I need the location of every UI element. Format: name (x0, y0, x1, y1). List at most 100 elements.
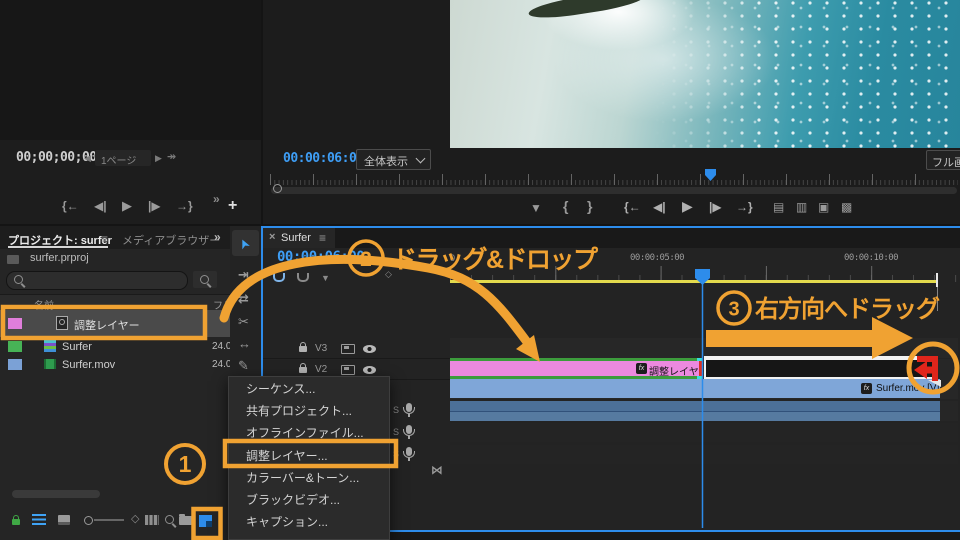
new-item-button[interactable] (199, 515, 212, 527)
adjustment-layer-clip[interactable]: fx 調整レイヤー (450, 358, 709, 379)
audio-mix-icon[interactable]: ⋈ (431, 464, 443, 476)
menu-item-sequence[interactable]: シーケンス... (229, 377, 389, 399)
snap-toggle-icon[interactable] (273, 273, 285, 282)
surfer-video-clip[interactable]: fx Surfer.mov [V] (450, 379, 940, 398)
export-frame-button[interactable]: ▣ (818, 201, 829, 213)
add-button[interactable]: + (228, 198, 237, 214)
program-scroll-track[interactable] (271, 187, 957, 194)
playback-quality-select[interactable]: フル画 (926, 150, 960, 170)
ripple-edit-tool-button[interactable]: ⇄ (238, 292, 249, 305)
comparison-view-button[interactable]: ▩ (841, 201, 852, 213)
track-select-tool-button[interactable]: ⇥ (238, 268, 249, 281)
project-row-adjustment-layer[interactable]: 調整レイヤー (0, 310, 230, 337)
source-viewer (0, 0, 261, 140)
surfer-audio-clip[interactable] (450, 401, 940, 421)
lift-button[interactable]: ▤ (773, 201, 784, 213)
menu-item-offline-file[interactable]: オフラインファイル... (229, 422, 389, 444)
project-scrollbar-thumb[interactable] (12, 490, 100, 498)
zoom-level-select[interactable]: 全体表示 (356, 149, 431, 170)
menu-item-bars-and-tone[interactable]: カラーバー&トーン... (229, 466, 389, 488)
step-forward-button[interactable]: |▶ (709, 201, 722, 213)
program-scroll-knob[interactable] (273, 184, 282, 193)
selection-tool-button[interactable]: ➤ (232, 230, 259, 256)
list-view-button[interactable] (32, 514, 46, 525)
step-back-button[interactable]: ◀| (653, 201, 666, 213)
zoom-slider-knob[interactable] (84, 516, 93, 525)
timeline-timecode[interactable]: 00:00:06:00 (277, 249, 365, 265)
label-color-chip[interactable] (8, 341, 22, 352)
voiceover-record-icon[interactable] (403, 425, 415, 439)
timeline-tab-surfer[interactable]: × Surfer ≡ (263, 228, 335, 248)
work-area-bar[interactable] (450, 280, 937, 283)
solo-button[interactable]: S (393, 405, 399, 415)
play-button[interactable]: ▶ (682, 199, 693, 213)
zoom-slider-track[interactable] (94, 519, 124, 521)
item-name: 調整レイヤー (74, 320, 140, 332)
search-input[interactable] (6, 271, 188, 290)
lane-a3[interactable] (450, 445, 958, 464)
menu-item-color-matte[interactable]: カラーマット (229, 533, 389, 539)
extract-button[interactable]: ▥ (796, 201, 807, 213)
find-button[interactable] (193, 271, 217, 288)
track-output-eye-icon[interactable] (363, 345, 376, 353)
track-header-v3[interactable]: V3 (263, 338, 450, 359)
prev-page-icon[interactable]: ◀ (84, 154, 91, 163)
solo-button[interactable]: S (393, 427, 399, 437)
program-ruler[interactable] (270, 174, 958, 185)
skip-end-icon[interactable]: ↠ (167, 152, 176, 163)
sync-lock-icon[interactable] (341, 344, 355, 354)
label-color-chip[interactable] (8, 359, 22, 370)
find-icon[interactable] (165, 515, 174, 524)
lane-v3[interactable] (450, 338, 958, 358)
voiceover-record-icon[interactable] (403, 447, 415, 461)
go-to-in-button[interactable]: {← (62, 200, 79, 212)
track-lock-icon[interactable] (299, 342, 307, 352)
go-to-in-button[interactable]: {← (624, 201, 641, 213)
overflow-button[interactable]: » (213, 193, 220, 205)
label-color-chip[interactable] (8, 318, 22, 329)
automate-to-sequence-icon[interactable] (145, 515, 159, 525)
adjustment-layer-trim-preview[interactable] (704, 356, 937, 381)
page-selector[interactable]: 1ページ (95, 150, 151, 167)
linked-selection-icon[interactable] (297, 273, 309, 282)
panel-menu-icon[interactable]: ≡ (101, 233, 108, 245)
sync-lock-icon[interactable] (341, 365, 355, 375)
solo-button[interactable]: S (393, 449, 399, 459)
track-output-eye-icon[interactable] (363, 366, 376, 374)
timeline-settings-icon[interactable]: ◇ (385, 270, 392, 279)
mark-out-button[interactable]: } (587, 199, 592, 213)
navigate-up-icon[interactable] (7, 255, 19, 264)
mark-in-button[interactable]: { (563, 199, 568, 213)
project-breadcrumb[interactable]: surfer.prproj (30, 252, 89, 264)
razor-tool-button[interactable]: ✂ (238, 315, 249, 328)
voiceover-record-icon[interactable] (403, 403, 415, 417)
project-row-surfer-sequence[interactable]: Surfer 24.0 (0, 337, 231, 355)
go-to-out-button[interactable]: →} (736, 201, 753, 213)
program-timecode[interactable]: 00:00:06:00 (283, 151, 364, 166)
slip-tool-button[interactable]: ↔ (238, 337, 251, 350)
tab-media-browser[interactable]: メディアブラウザー (122, 232, 220, 248)
play-button[interactable]: ▶ (122, 199, 132, 212)
menu-item-black-video[interactable]: ブラックビデオ... (229, 488, 389, 510)
next-page-icon[interactable]: ▶ (155, 154, 162, 163)
pen-tool-button[interactable]: ✎ (238, 359, 249, 372)
sort-icon[interactable]: ◇ (131, 514, 139, 525)
lane-a2[interactable] (450, 423, 958, 442)
step-back-button[interactable]: ◀| (94, 200, 107, 212)
new-bin-icon[interactable] (179, 514, 192, 525)
project-bottom-bar: ◇ (0, 508, 230, 540)
project-row-surfer-mov[interactable]: Surfer.mov 24.0 (0, 355, 231, 373)
project-writable-lock-icon[interactable] (12, 515, 20, 525)
icon-view-button[interactable] (58, 515, 70, 525)
add-marker-icon[interactable]: ▼ (321, 274, 330, 283)
menu-item-captions[interactable]: キャプション... (229, 511, 389, 533)
track-lock-icon[interactable] (299, 363, 307, 373)
go-to-out-button[interactable]: →} (176, 200, 193, 212)
panel-menu-icon[interactable]: ≡ (319, 232, 326, 244)
menu-item-shared-project[interactable]: 共有プロジェクト... (229, 399, 389, 421)
step-forward-button[interactable]: |▶ (148, 200, 161, 212)
close-icon[interactable]: × (269, 232, 275, 243)
menu-item-adjustment-layer[interactable]: 調整レイヤー... (229, 444, 389, 466)
marker-button[interactable]: ▼ (530, 202, 542, 214)
tab-overflow-icon[interactable]: » (214, 231, 221, 243)
